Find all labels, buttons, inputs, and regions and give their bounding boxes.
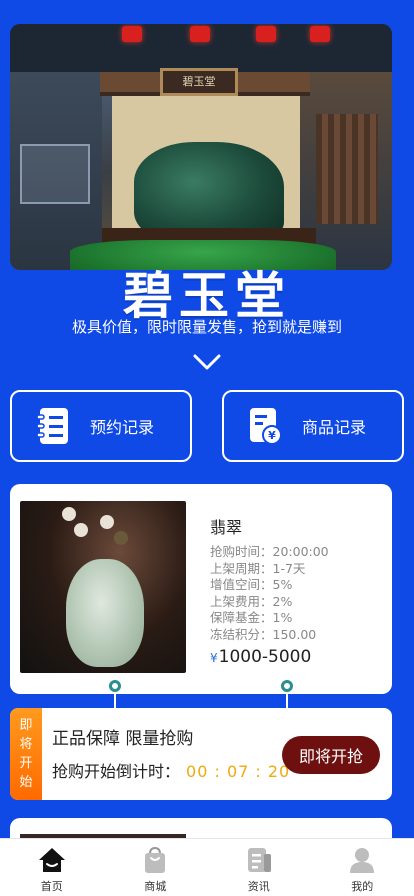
tab-mall[interactable]: 商城 <box>104 839 208 896</box>
product-info: 翡翠 抢购时间：20:00:00 上架周期：1-7天 增值空间：5% 上架费用：… <box>210 514 329 667</box>
product-image <box>20 501 186 673</box>
home-icon <box>38 848 65 872</box>
user-icon <box>350 848 375 873</box>
tab-label: 资讯 <box>247 880 270 893</box>
tab-home[interactable]: 首页 <box>0 839 104 896</box>
badge-char: 始 <box>19 775 33 790</box>
lantern <box>256 26 276 42</box>
product-detail-row: 增值空间：5% <box>210 577 293 592</box>
news-icon <box>247 848 271 872</box>
product-detail-row: 上架周期：1-7天 <box>210 560 306 576</box>
lantern <box>310 26 330 42</box>
lantern <box>122 26 142 42</box>
rush-buy-button[interactable]: 即将开抢 <box>282 736 380 774</box>
notebook-icon <box>36 408 68 444</box>
tab-label: 我的 <box>351 880 374 893</box>
tab-news[interactable]: 资讯 <box>207 839 311 896</box>
necklace-bead <box>74 523 88 537</box>
goods-records-label: 商品记录 <box>302 418 367 437</box>
product-price: ¥1000-5000 <box>210 647 329 667</box>
product-name: 翡翠 <box>210 518 243 537</box>
invoice-icon: ¥ <box>250 408 282 445</box>
hero-sign: 碧玉堂 <box>160 68 238 96</box>
currency-symbol: ¥ <box>210 651 218 665</box>
tab-profile[interactable]: 我的 <box>311 839 414 896</box>
guarantee-text: 正品保障 限量抢购 <box>52 729 194 749</box>
goods-records-button[interactable]: ¥ 商品记录 <box>222 390 404 462</box>
bottom-tab-bar: 首页 商城 资讯 我的 <box>0 838 414 896</box>
product-detail-row: 保障基金：1% <box>210 610 293 625</box>
connector-dot <box>109 680 121 692</box>
chevron-down-icon[interactable] <box>192 352 222 372</box>
badge-char: 即 <box>19 718 33 733</box>
page-subtitle: 极具价值，限时限量发售，抢到就是赚到 <box>71 318 342 336</box>
tab-label: 商城 <box>144 880 167 893</box>
booking-records-label: 预约记录 <box>90 418 155 437</box>
svg-text:¥: ¥ <box>268 429 276 442</box>
hero-wooden-door <box>316 114 378 224</box>
badge-char: 开 <box>19 756 33 771</box>
hero-image: 碧玉堂 <box>10 24 392 270</box>
countdown-label: 抢购开始倒计时： <box>52 762 181 781</box>
price-range: 1000-5000 <box>218 647 312 667</box>
product-detail-row: 上架费用：2% <box>210 593 293 609</box>
necklace-bead <box>62 507 76 521</box>
product-detail-row: 抢购时间：20:00:00 <box>210 544 329 559</box>
hero-jade-rock <box>134 142 284 242</box>
connector-dot <box>281 680 293 692</box>
countdown-value: 00 : 07 : 20 <box>186 762 291 781</box>
badge-char: 将 <box>19 737 33 752</box>
lantern <box>190 26 210 42</box>
countdown-row: 抢购开始倒计时： 00 : 07 : 20 <box>52 758 290 782</box>
hero-display-case <box>20 144 90 204</box>
jade-pendant <box>66 559 144 667</box>
necklace-bead <box>100 515 114 529</box>
product-detail-row: 冻结积分：150.00 <box>210 626 317 642</box>
necklace-bead <box>114 531 128 545</box>
tab-label: 首页 <box>40 880 63 893</box>
product-card[interactable]: 翡翠 抢购时间：20:00:00 上架周期：1-7天 增值空间：5% 上架费用：… <box>10 484 392 694</box>
countdown-card: 即 将 开 始 正品保障 限量抢购 抢购开始倒计时： 00 : 07 : 20 即… <box>10 708 392 800</box>
booking-records-button[interactable]: 预约记录 <box>10 390 192 462</box>
shopping-bag-icon <box>145 846 166 873</box>
coming-soon-badge: 即 将 开 始 <box>10 708 42 800</box>
